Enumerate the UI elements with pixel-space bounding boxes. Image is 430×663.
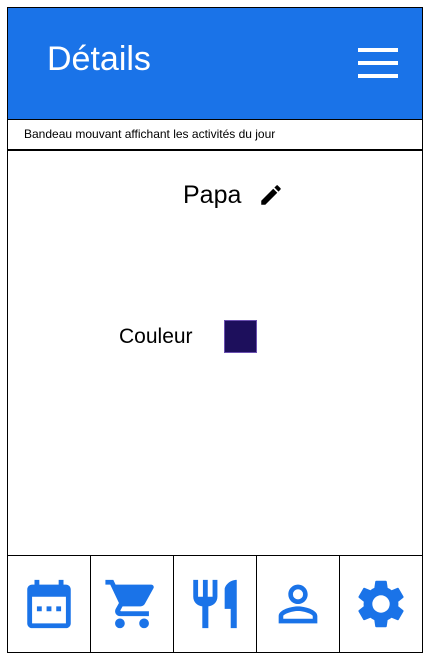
pencil-icon (261, 185, 282, 205)
profile-name: Papa (183, 180, 242, 209)
bottom-navbar (7, 555, 423, 653)
menu-bar (358, 61, 398, 65)
edit-name-button[interactable] (258, 182, 284, 208)
page-title: Détails (47, 40, 151, 78)
app-header: Détails (7, 7, 423, 120)
nav-calendar[interactable] (8, 556, 91, 652)
nav-settings[interactable] (340, 556, 422, 652)
color-label: Couleur (119, 325, 193, 348)
settings-icon (358, 580, 404, 628)
nav-shopping[interactable] (91, 556, 174, 652)
hamburger-menu-button[interactable] (358, 48, 402, 84)
menu-bar (358, 48, 398, 52)
calendar-icon (27, 579, 71, 629)
person-icon (278, 584, 318, 624)
cart-icon (105, 579, 154, 629)
restaurant-icon (193, 579, 237, 629)
menu-bar (358, 74, 398, 78)
nav-profile[interactable] (257, 556, 340, 652)
profile-name-row: Papa (183, 180, 284, 210)
color-swatch[interactable] (224, 320, 257, 353)
nav-meals[interactable] (174, 556, 257, 652)
activity-ticker: Bandeau mouvant affichant les activités … (7, 120, 423, 151)
